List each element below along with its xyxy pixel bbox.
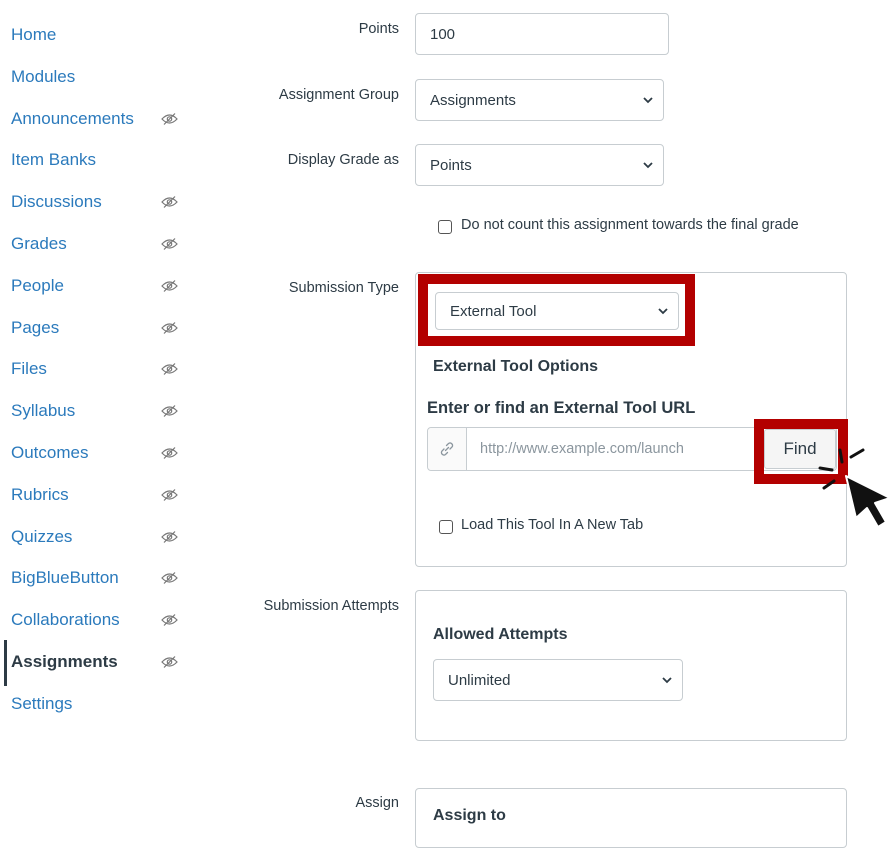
sidebar-item-quizzes[interactable]: Quizzes (11, 523, 191, 551)
sidebar-item-label: Item Banks (11, 150, 97, 169)
submission-attempts-label: Submission Attempts (263, 598, 399, 614)
sidebar-item-label: BigBlueButton (11, 568, 119, 587)
sidebar-item-outcomes[interactable]: Outcomes (11, 439, 191, 467)
hidden-eye-icon (158, 355, 180, 383)
new-tab-checkbox[interactable] (439, 520, 453, 534)
hidden-eye-icon (158, 397, 180, 425)
sidebar-item-label: Files (11, 359, 47, 378)
display-grade-label: Display Grade as (287, 152, 399, 168)
display-grade-value: Points (430, 156, 472, 174)
sidebar-item-label: People (11, 276, 64, 295)
sidebar-item-label: Syllabus (11, 401, 76, 420)
assign-label: Assign (355, 795, 399, 811)
sidebar-item-pages[interactable]: Pages (11, 314, 191, 342)
sidebar-item-label: Collaborations (11, 610, 120, 629)
assignment-group-select[interactable]: Assignments (415, 79, 664, 121)
external-tool-url-heading: Enter or find an External Tool URL (427, 399, 696, 417)
sidebar-item-discussions[interactable]: Discussions (11, 188, 191, 216)
hidden-eye-icon (158, 188, 180, 216)
allowed-attempts-select[interactable]: Unlimited (433, 659, 683, 701)
assign-to-heading: Assign to (433, 807, 506, 824)
hidden-eye-icon (158, 439, 180, 467)
hidden-eye-icon (158, 230, 180, 258)
sidebar-item-label: Assignments (11, 652, 118, 671)
sidebar-item-assignments[interactable]: Assignments (11, 648, 191, 676)
allowed-attempts-heading: Allowed Attempts (433, 626, 568, 643)
hidden-eye-icon (158, 314, 180, 342)
allowed-attempts-value: Unlimited (448, 671, 511, 689)
external-tool-options-heading: External Tool Options (433, 358, 599, 375)
exclude-final-grade-checkbox[interactable] (438, 220, 452, 234)
submission-type-label: Submission Type (288, 280, 399, 296)
sidebar-item-label: Pages (11, 318, 60, 337)
sidebar-item-label: Outcomes (11, 443, 89, 462)
points-input[interactable]: 100 (415, 13, 669, 55)
mouse-pointer-icon (818, 448, 891, 528)
active-indicator (4, 640, 7, 686)
hidden-eye-icon (158, 523, 180, 551)
external-tool-url-input[interactable]: http://www.example.com/launch (480, 428, 684, 470)
sidebar-item-label: Settings (11, 694, 73, 713)
link-icon (428, 428, 467, 470)
sidebar-item-people[interactable]: People (11, 272, 191, 300)
sidebar-item-label: Grades (11, 234, 67, 253)
highlight-box-submission-type (418, 274, 695, 346)
sidebar-item-label: Discussions (11, 192, 102, 211)
hidden-eye-icon (158, 564, 180, 592)
sidebar-item-label: Announcements (11, 109, 134, 128)
sidebar-item-home[interactable]: Home (11, 21, 191, 49)
sidebar-item-bigbluebutton[interactable]: BigBlueButton (11, 564, 191, 592)
hidden-eye-icon (158, 105, 180, 133)
points-label: Points (358, 21, 399, 37)
sidebar-item-rubrics[interactable]: Rubrics (11, 481, 191, 509)
sidebar-item-settings[interactable]: Settings (11, 690, 191, 718)
points-value: 100 (430, 25, 456, 43)
chevron-down-icon (662, 677, 672, 684)
sidebar-item-modules[interactable]: Modules (11, 63, 191, 91)
assignment-group-value: Assignments (430, 91, 516, 109)
sidebar-item-label: Modules (11, 67, 76, 86)
hidden-eye-icon (158, 481, 180, 509)
hidden-eye-icon (158, 648, 180, 676)
chevron-down-icon (643, 162, 653, 169)
chevron-down-icon (643, 97, 653, 104)
sidebar-item-item-banks[interactable]: Item Banks (11, 146, 191, 174)
sidebar-item-label: Quizzes (11, 527, 73, 546)
sidebar-item-grades[interactable]: Grades (11, 230, 191, 258)
sidebar-item-syllabus[interactable]: Syllabus (11, 397, 191, 425)
new-tab-label: Load This Tool In A New Tab (461, 517, 644, 533)
sidebar-item-collaborations[interactable]: Collaborations (11, 606, 191, 634)
course-navigation: Home Modules Announcements Item Banks Di… (0, 0, 200, 829)
sidebar-item-label: Rubrics (11, 485, 69, 504)
sidebar-item-announcements[interactable]: Announcements (11, 105, 191, 133)
assignment-group-label: Assignment Group (278, 87, 399, 103)
exclude-final-grade-label: Do not count this assignment towards the… (461, 217, 799, 233)
hidden-eye-icon (158, 272, 180, 300)
sidebar-item-label: Home (11, 25, 57, 44)
display-grade-select[interactable]: Points (415, 144, 664, 186)
sidebar-item-files[interactable]: Files (11, 355, 191, 383)
hidden-eye-icon (158, 606, 180, 634)
